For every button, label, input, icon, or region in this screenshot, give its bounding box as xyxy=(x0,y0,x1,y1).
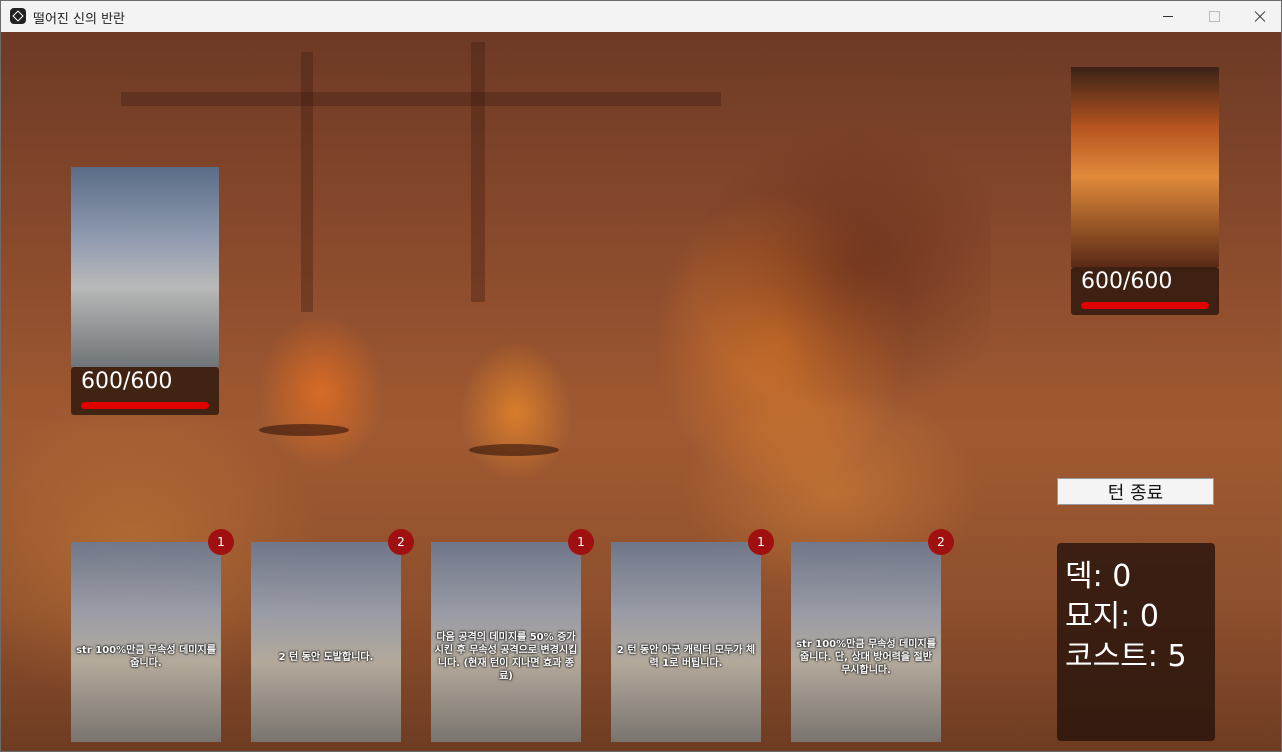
end-turn-button[interactable]: 턴 종료 xyxy=(1057,478,1214,505)
enemy-hp-panel: 600/600 xyxy=(1071,267,1219,315)
dragon-silhouette xyxy=(691,122,991,412)
card-cost-badge: 1 xyxy=(208,529,234,555)
resource-panel: 덱: 0 묘지: 0 코스트: 5 xyxy=(1057,543,1215,741)
app-icon xyxy=(10,8,26,24)
hand-card[interactable]: 다음 공격의 데미지를 50% 증가시킨 후 무속성 공격으로 변경시킵니다. … xyxy=(431,529,594,742)
grave-count: 묘지: 0 xyxy=(1065,599,1159,634)
hand-card[interactable]: str 100%만큼 무속성 데미지를 줍니다. 1 xyxy=(71,529,234,742)
card-description: str 100%만큼 무속성 데미지를 줍니다. xyxy=(76,645,216,669)
enemy-hp-text: 600/600 xyxy=(1081,269,1173,294)
brazier xyxy=(469,444,559,456)
background-beam xyxy=(121,92,721,106)
brazier xyxy=(259,424,349,436)
close-button[interactable] xyxy=(1237,1,1281,32)
background-beam xyxy=(301,52,313,312)
game-window: 떨어진 신의 반란 600/600 600/600 str 100%만큼 무속성… xyxy=(0,0,1282,752)
battle-scene: 600/600 600/600 str 100%만큼 무속성 데미지를 줍니다.… xyxy=(1,32,1281,751)
card-description: 다음 공격의 데미지를 50% 증가시킨 후 무속성 공격으로 변경시킵니다. … xyxy=(434,632,578,682)
deck-count: 덱: 0 xyxy=(1065,559,1132,594)
card-description: 2 턴 동안 아군 캐릭터 모두가 체력 1로 버팁니다. xyxy=(616,645,756,669)
card-cost-badge: 2 xyxy=(928,529,954,555)
background-beam xyxy=(471,42,485,302)
card-cost-badge: 2 xyxy=(388,529,414,555)
enemy-hp-bar xyxy=(1081,302,1209,309)
player-hp-fill xyxy=(81,402,209,409)
card-description: 2 턴 동안 도발합니다. xyxy=(278,651,374,663)
title-bar: 떨어진 신의 반란 xyxy=(1,1,1281,33)
player-hp-text: 600/600 xyxy=(81,369,173,394)
card-description: str 100%만큼 무속성 데미지를 줍니다. 단, 상대 방어력을 절반 무… xyxy=(796,638,936,676)
hand-card[interactable]: str 100%만큼 무속성 데미지를 줍니다. 단, 상대 방어력을 절반 무… xyxy=(791,529,954,742)
player-hp-panel: 600/600 xyxy=(71,367,219,415)
card-cost-badge: 1 xyxy=(568,529,594,555)
minimize-button[interactable] xyxy=(1145,1,1191,32)
window-title: 떨어진 신의 반란 xyxy=(33,12,125,27)
hand-card[interactable]: 2 턴 동안 아군 캐릭터 모두가 체력 1로 버팁니다. 1 xyxy=(611,529,774,742)
enemy-portrait[interactable] xyxy=(1071,67,1219,267)
enemy-hp-fill xyxy=(1081,302,1209,309)
player-portrait[interactable] xyxy=(71,167,219,367)
card-cost-badge: 1 xyxy=(748,529,774,555)
hand-card[interactable]: 2 턴 동안 도발합니다. 2 xyxy=(251,529,414,742)
cost-count: 코스트: 5 xyxy=(1065,639,1187,674)
maximize-button[interactable] xyxy=(1191,1,1237,32)
player-hp-bar xyxy=(81,402,209,409)
